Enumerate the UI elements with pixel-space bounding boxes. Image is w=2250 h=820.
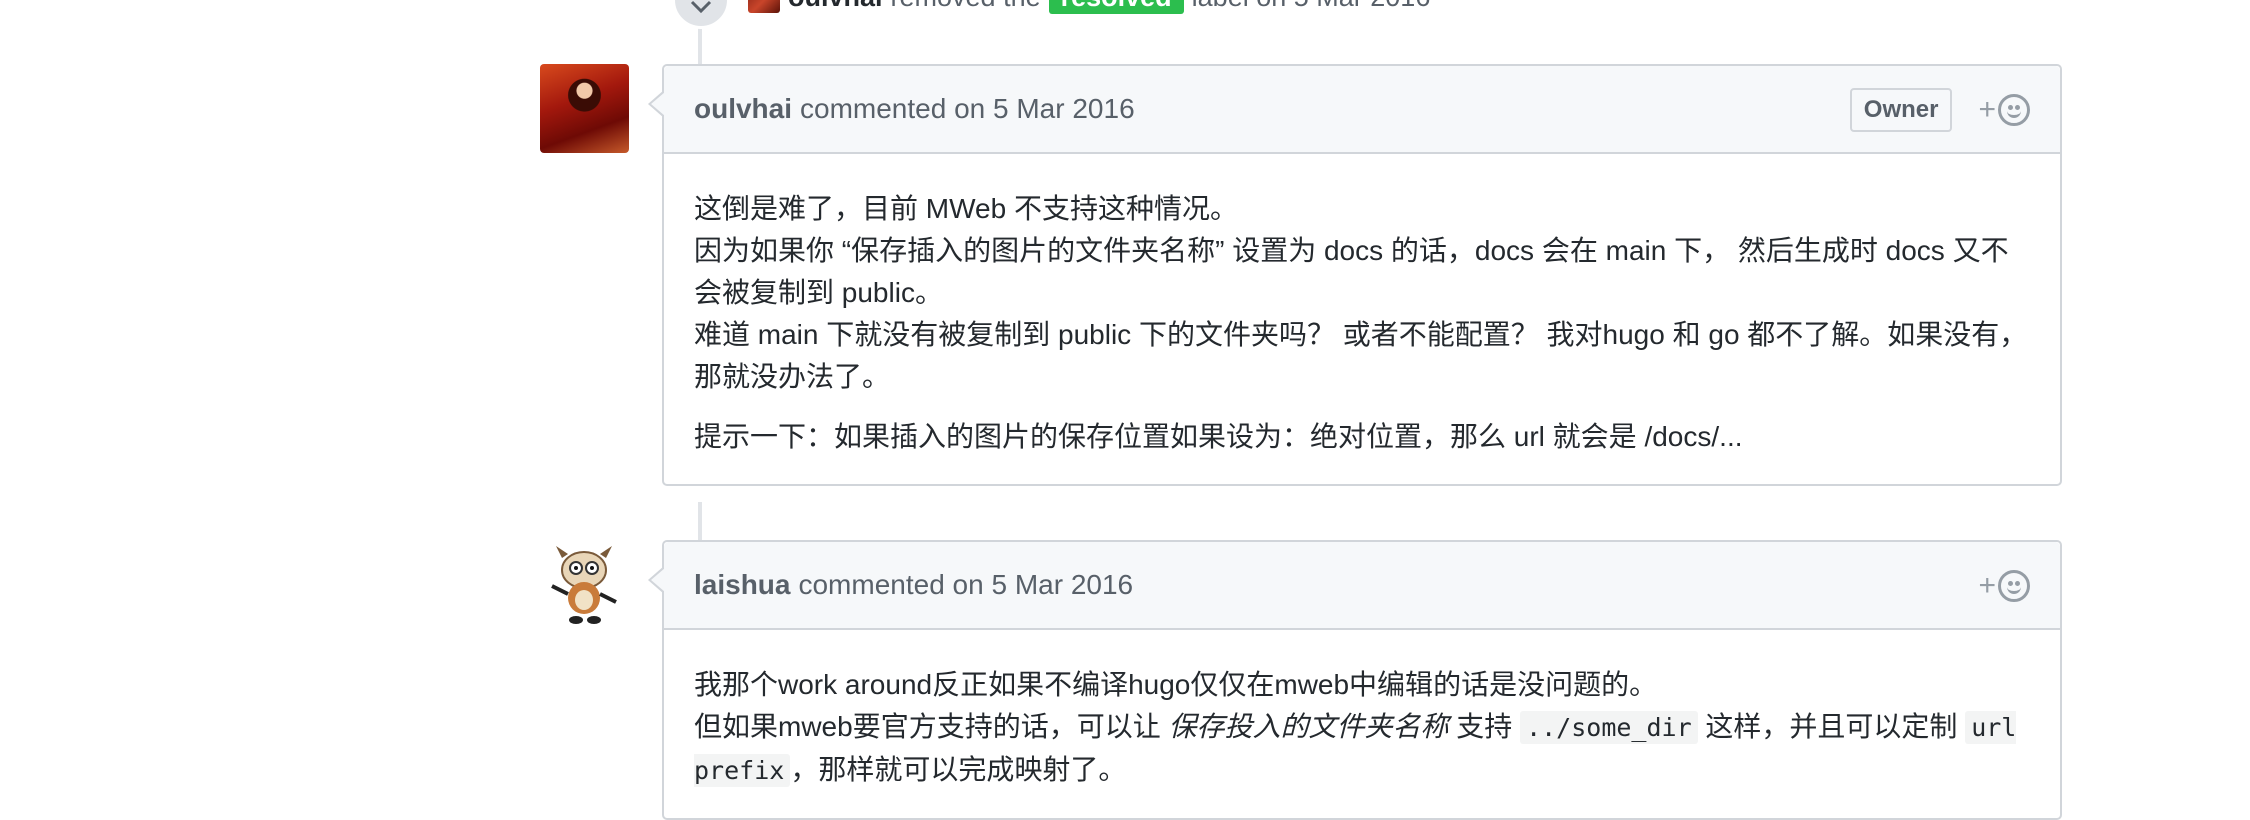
add-reaction-button[interactable]: + (1978, 93, 2030, 127)
smiley-icon (1998, 570, 2030, 602)
event-badge (672, 0, 730, 29)
comment-line: 我那个work around反正如果不编译hugo仅仅在mweb中编辑的话是没问… (694, 669, 1658, 700)
comment-body: 我那个work around反正如果不编译hugo仅仅在mweb中编辑的话是没问… (664, 630, 2060, 818)
comment-header-actions: + (1978, 542, 2030, 630)
comment-line: 难道 main 下就没有被复制到 public 下的文件夹吗？ 或者不能配置？ … (694, 319, 2028, 392)
add-reaction-button[interactable]: + (1978, 569, 2030, 603)
event-action: removed the (891, 0, 1041, 13)
comment-author-link[interactable]: oulvhai (694, 93, 792, 125)
comment-line: 因为如果你 “保存插入的图片的文件夹名称” 设置为 docs 的话，docs 会… (694, 235, 2009, 308)
owner-badge: Owner (1849, 88, 1953, 132)
comment-line: 但如果mweb要官方支持的话，可以让 (694, 711, 1169, 742)
plus-icon: + (1978, 93, 1996, 126)
comment-line: 支持 (1448, 711, 1521, 742)
timeline-event-label-removed: oulvhai removed the resolved label on 5 … (672, 0, 1430, 30)
timeline-line-middle (698, 502, 702, 540)
comment-timestamp[interactable]: commented on 5 Mar 2016 (800, 93, 1135, 125)
event-author-link[interactable]: oulvhai (788, 0, 883, 13)
comment-line: ，那样就可以完成映射了。 (790, 754, 1127, 785)
comment-line: 这倒是难了，目前 MWeb 不支持这种情况。 (694, 193, 1238, 224)
comment-box: laishua commented on 5 Mar 2016 + 我那个wor… (648, 540, 2062, 820)
comment-line: 提示一下：如果插入的图片的保存位置如果设为：绝对位置，那么 url 就会是 /d… (694, 421, 1743, 452)
avatar-laishua[interactable] (540, 540, 629, 629)
comment-header: oulvhai commented on 5 Mar 2016 Owner + (664, 66, 2060, 154)
emphasis-text: 保存投入的文件夹名称 (1168, 711, 1449, 742)
avatar-oulvhai[interactable] (540, 64, 629, 153)
comment-header-actions: Owner + (1849, 66, 2030, 154)
resolved-label[interactable]: resolved (1048, 0, 1184, 14)
event-author-avatar[interactable] (748, 0, 780, 13)
smiley-icon (1998, 94, 2030, 126)
panda-avatar-icon (551, 546, 617, 624)
comment-header: laishua commented on 5 Mar 2016 + (664, 542, 2060, 630)
comment-line: 这样，并且可以定制 (1697, 711, 1966, 742)
event-text: oulvhai removed the resolved label on 5 … (748, 0, 1430, 14)
plus-icon: + (1978, 569, 1996, 602)
inline-code: ../some_dir (1520, 711, 1698, 744)
comment-body: 这倒是难了，目前 MWeb 不支持这种情况。 因为如果你 “保存插入的图片的文件… (664, 154, 2060, 484)
comment-author-link[interactable]: laishua (694, 569, 790, 601)
event-suffix: label on 5 Mar 2016 (1192, 0, 1431, 13)
tag-icon (690, 0, 712, 14)
comment-box: oulvhai commented on 5 Mar 2016 Owner + … (648, 64, 2062, 486)
comment-timestamp[interactable]: commented on 5 Mar 2016 (798, 569, 1133, 601)
